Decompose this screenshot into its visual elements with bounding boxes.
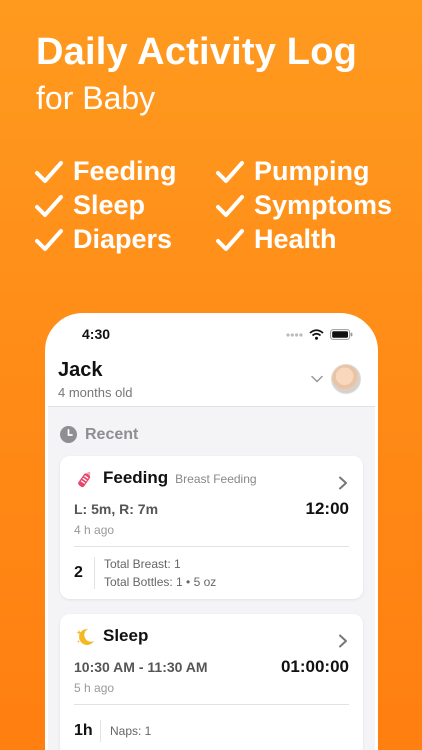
card-time-value: 12:00 <box>305 499 349 518</box>
clock-icon <box>60 426 77 443</box>
baby-profile-header[interactable]: Jack 4 months old <box>48 352 375 407</box>
feature-label: Pumping <box>254 156 370 186</box>
card-time-value: 01:00:00 <box>280 657 349 676</box>
stat-count: 2 <box>74 564 83 581</box>
card-title: Feeding <box>103 468 169 487</box>
recent-section-header: Recent <box>48 407 375 447</box>
feature-diapers: Diapers <box>34 223 215 256</box>
stat-lines: Naps: 1 <box>110 722 151 740</box>
card-detail-row: 10:30 AM - 11:30 AM 01:00:00 <box>74 657 349 677</box>
check-icon <box>35 194 63 217</box>
card-title: Sleep <box>103 626 149 645</box>
headline-title: Daily Activity Log <box>36 31 358 73</box>
card-time-ago: 5 h ago <box>74 681 115 695</box>
check-icon <box>35 160 63 183</box>
feeding-card[interactable]: Feeding Breast Feeding L: 5m, R: 7m 12:0… <box>60 456 363 599</box>
sleep-card[interactable]: Sleep 10:30 AM - 11:30 AM 01:00:00 5 h a… <box>60 614 363 750</box>
card-title-row: Sleep <box>74 626 349 648</box>
avatar[interactable] <box>331 364 361 394</box>
feature-label: Health <box>254 224 337 254</box>
check-icon <box>216 228 244 251</box>
chevron-right-icon[interactable] <box>338 476 348 490</box>
feature-label: Feeding <box>73 156 177 186</box>
card-detail: L: 5m, R: 7m <box>74 501 159 517</box>
card-subtitle: Breast Feeding <box>175 472 257 486</box>
cellular-signal-icon <box>286 333 303 337</box>
chevron-down-icon[interactable] <box>311 375 323 383</box>
stat-line: Total Bottles: 1 • 5 oz <box>104 575 217 589</box>
feature-label: Sleep <box>73 190 146 220</box>
card-title-row: Feeding Breast Feeding <box>74 468 349 490</box>
baby-bottle-icon <box>78 471 91 488</box>
card-stats: 2 Total Breast: 1 Total Bottles: 1 • 5 o… <box>74 546 349 599</box>
headline-subtitle: for Baby <box>36 80 156 116</box>
card-stats: 1h Naps: 1 <box>74 704 349 750</box>
recent-label: Recent <box>85 425 139 443</box>
baby-name: Jack <box>58 359 103 381</box>
stat-line: Total Breast: 1 <box>104 557 181 571</box>
feature-pumping: Pumping <box>215 155 414 188</box>
phone-mockup: 4:30 Jack 4 months old Recent Feeding Br… <box>45 313 378 750</box>
feature-label: Symptoms <box>254 190 393 220</box>
card-time-ago: 4 h ago <box>74 523 115 537</box>
check-icon <box>35 228 63 251</box>
card-detail-row: L: 5m, R: 7m 12:00 <box>74 499 349 519</box>
chevron-right-icon[interactable] <box>338 634 348 648</box>
battery-icon <box>330 328 353 340</box>
stat-line: Naps: 1 <box>110 724 152 738</box>
status-icons <box>286 328 353 340</box>
stat-count: 1h <box>74 722 93 739</box>
card-detail: 10:30 AM - 11:30 AM <box>74 659 208 675</box>
feature-symptoms: Symptoms <box>215 189 414 222</box>
feature-label: Diapers <box>73 224 173 254</box>
feature-health: Health <box>215 223 414 256</box>
feature-feeding: Feeding <box>34 155 215 188</box>
status-bar: 4:30 <box>48 316 375 352</box>
check-icon <box>216 194 244 217</box>
wifi-icon <box>309 328 324 340</box>
moon-stars-icon <box>76 628 94 645</box>
stat-lines: Total Breast: 1 Total Bottles: 1 • 5 oz <box>104 555 216 591</box>
feature-list: Feeding Pumping Sleep Symptoms Diapers H… <box>34 155 414 256</box>
baby-age: 4 months old <box>58 385 133 400</box>
check-icon <box>216 160 244 183</box>
stat-divider <box>94 557 95 589</box>
profile-info: Jack 4 months old <box>58 358 132 400</box>
headline: Daily Activity Log for Baby <box>36 30 357 118</box>
status-time: 4:30 <box>82 326 111 342</box>
stat-divider <box>100 720 101 742</box>
profile-switcher[interactable] <box>311 364 361 394</box>
feature-sleep: Sleep <box>34 189 215 222</box>
